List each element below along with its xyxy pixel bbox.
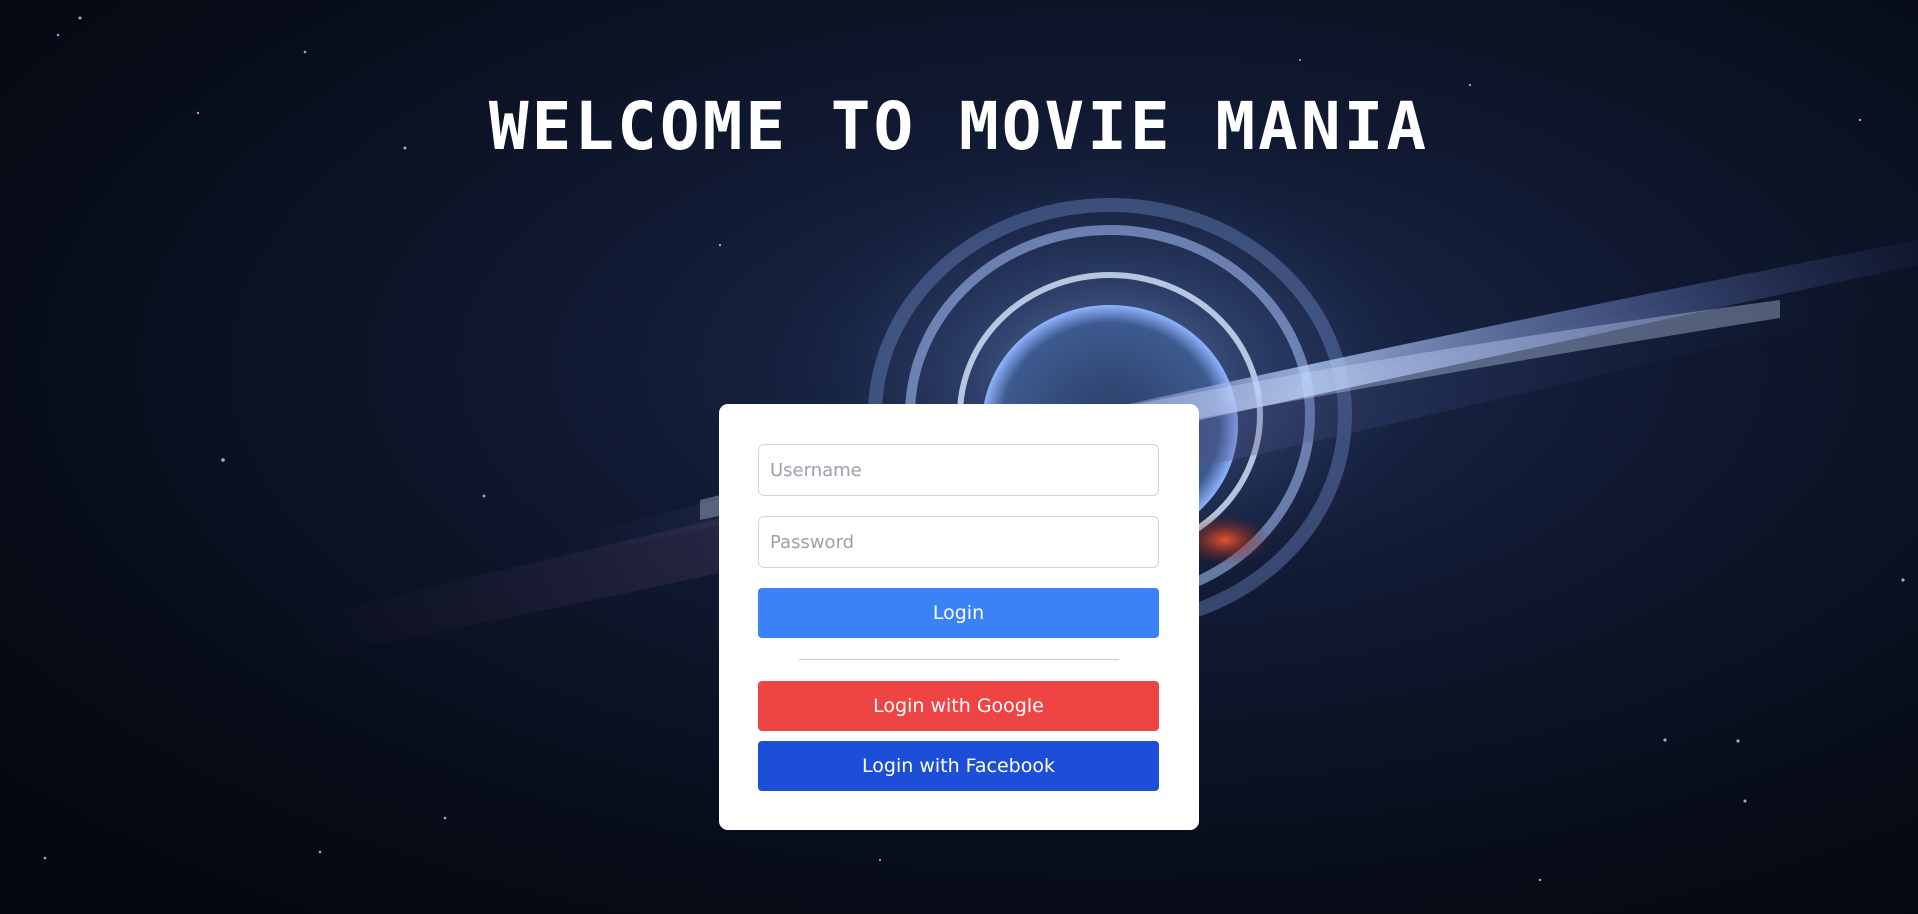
login-card: Login Login with Google Login with Faceb… [719, 404, 1199, 830]
page-title: WELCOME TO MOVIE MANIA [488, 88, 1430, 165]
login-with-google-button[interactable]: Login with Google [758, 681, 1159, 731]
login-button[interactable]: Login [758, 588, 1159, 638]
username-input[interactable] [758, 444, 1159, 496]
divider [799, 659, 1119, 660]
login-with-facebook-button[interactable]: Login with Facebook [758, 741, 1159, 791]
password-input[interactable] [758, 516, 1159, 568]
